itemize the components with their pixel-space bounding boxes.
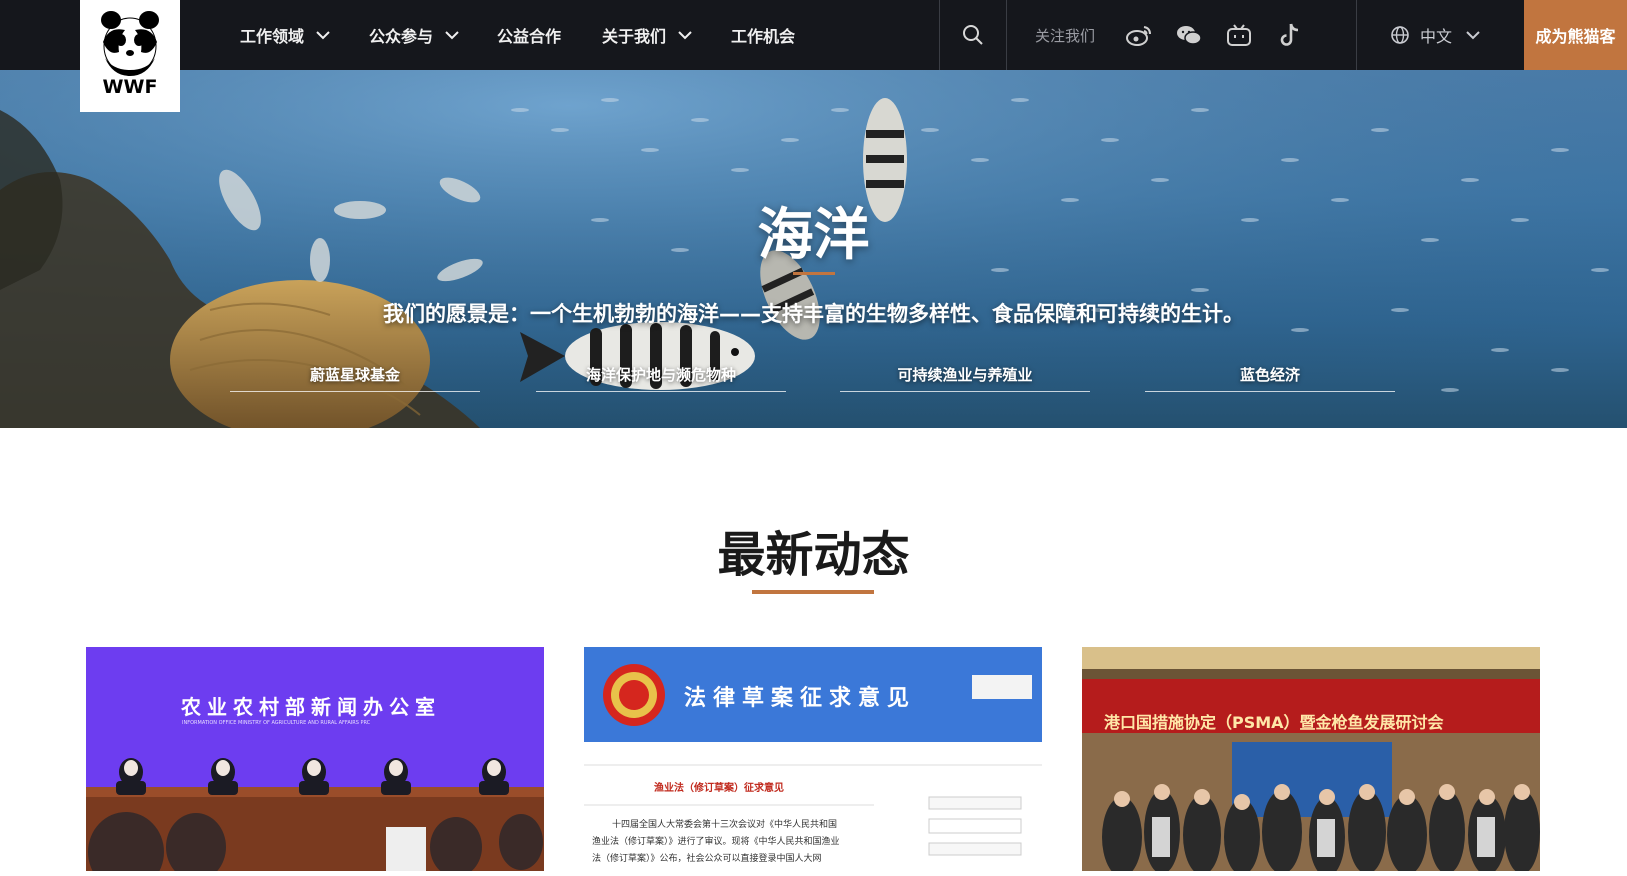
card-image-body-line: 渔业法（修订草案）》进行了审议。现将《中华人民共和国渔业 bbox=[592, 837, 840, 847]
nav-divider bbox=[1006, 0, 1007, 70]
latest-news-title: 最新动态 bbox=[717, 527, 910, 583]
nav-divider bbox=[1356, 0, 1357, 70]
hero-subtitle: 我们的愿景是：一个生机勃勃的海洋——支持丰富的生物多样性、食品保障和可持续的生计… bbox=[383, 302, 1244, 326]
hero-tab-marine-protected-areas[interactable]: 海洋保护地与濒危物种 bbox=[536, 358, 786, 392]
wechat-icon bbox=[1177, 26, 1202, 45]
news-card-psma-workshop[interactable]: 港口国措施协定（PSMA）暨金枪鱼发展研讨会 bbox=[1082, 647, 1540, 871]
hero-banner: 海洋 我们的愿景是：一个生机勃勃的海洋——支持丰富的生物多样性、食品保障和可持续… bbox=[0, 70, 1627, 428]
bilibili-icon bbox=[1227, 24, 1251, 46]
wechat-link[interactable] bbox=[1174, 20, 1204, 50]
top-navigation: WWF 工作领域 公众参与 公益合作 关于我们 工作机会 关注我们 中文 成为熊… bbox=[0, 0, 1627, 112]
card-image-title: 港口国措施协定（PSMA）暨金枪鱼发展研讨会 bbox=[1104, 713, 1444, 732]
card-image-subtitle: INFORMATION OFFICE MINISTRY OF AGRICULTU… bbox=[182, 720, 371, 726]
card-image-title: 法律草案征求意见 bbox=[684, 685, 917, 711]
card-image-body-line: 十四届全国人大常委会第十三次会议对《中华人民共和国 bbox=[612, 820, 838, 830]
card-image-body-line: 法（修订草案）》公布，社会公众可以直接登录中国人大网 bbox=[592, 854, 822, 864]
nav-item-partnership[interactable]: 公益合作 bbox=[497, 0, 561, 70]
nav-label: 工作领域 bbox=[240, 27, 305, 46]
news-card-press-conference[interactable]: 农业农村部新闻办公室 INFORMATION OFFICE MINISTRY O… bbox=[86, 647, 544, 871]
tiktok-link[interactable] bbox=[1275, 20, 1305, 50]
become-panda-button[interactable]: 成为熊猫客 bbox=[1524, 0, 1627, 70]
latest-news-underline bbox=[752, 590, 874, 594]
language-label: 中文 bbox=[1420, 27, 1453, 46]
hero-tab-blue-planet-fund[interactable]: 蔚蓝星球基金 bbox=[230, 358, 480, 392]
nav-label: 关于我们 bbox=[602, 27, 667, 46]
hero-title: 海洋 bbox=[757, 203, 870, 268]
bilibili-link[interactable] bbox=[1224, 20, 1254, 50]
globe-icon bbox=[1391, 26, 1409, 44]
card-image-title: 农业农村部新闻办公室 bbox=[181, 695, 441, 719]
chevron-down-icon bbox=[1466, 31, 1480, 40]
hero-title-underline bbox=[793, 272, 835, 275]
nav-item-about-us[interactable]: 关于我们 bbox=[602, 0, 696, 70]
language-selector[interactable]: 中文 bbox=[1390, 0, 1484, 70]
press-conference-image bbox=[86, 647, 544, 871]
nav-label: 工作机会 bbox=[731, 27, 796, 46]
nav-item-careers[interactable]: 工作机会 bbox=[731, 0, 795, 70]
card-image-heading: 渔业法（修订草案）征求意见 bbox=[654, 783, 784, 794]
group-photo-image bbox=[1082, 647, 1540, 871]
search-icon bbox=[963, 25, 983, 45]
news-card-draft-law[interactable]: 法律草案征求意见 渔业法（修订草案）征求意见 十四届全国人大常委会第十三次会议对… bbox=[584, 647, 1042, 871]
nav-label: 公益合作 bbox=[497, 27, 562, 46]
nav-item-public-participation[interactable]: 公众参与 bbox=[369, 0, 463, 70]
logo-text: WWF bbox=[102, 76, 158, 98]
chevron-down-icon bbox=[678, 31, 692, 40]
nav-item-work-areas[interactable]: 工作领域 bbox=[240, 0, 334, 70]
hero-tab-blue-economy[interactable]: 蓝色经济 bbox=[1145, 358, 1395, 392]
panda-icon bbox=[101, 11, 159, 76]
follow-us-label: 关注我们 bbox=[1035, 26, 1096, 45]
chevron-down-icon bbox=[316, 31, 330, 40]
tiktok-icon bbox=[1280, 23, 1299, 46]
weibo-icon bbox=[1126, 26, 1151, 46]
hero-tab-sustainable-fisheries[interactable]: 可持续渔业与养殖业 bbox=[840, 358, 1090, 392]
weibo-link[interactable] bbox=[1124, 20, 1154, 50]
search-button[interactable] bbox=[940, 0, 1006, 70]
chevron-down-icon bbox=[445, 31, 459, 40]
wwf-logo[interactable]: WWF bbox=[80, 0, 180, 112]
nav-label: 公众参与 bbox=[369, 27, 434, 46]
